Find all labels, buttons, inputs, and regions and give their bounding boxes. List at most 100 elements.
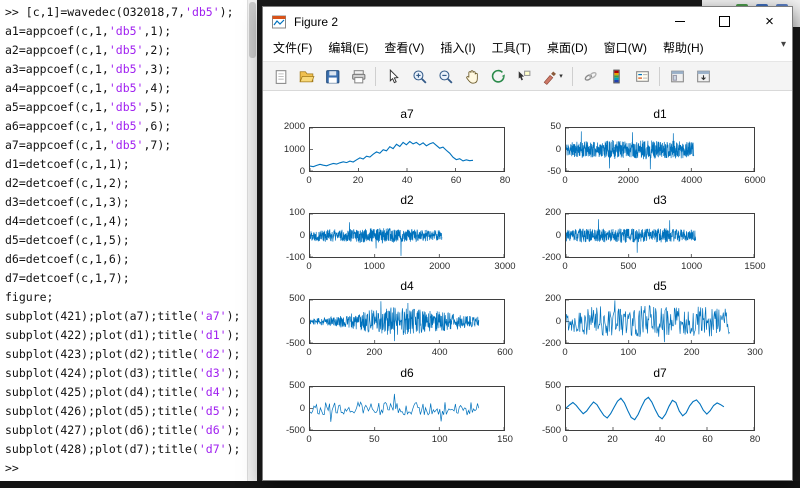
menu-item-view[interactable]: 查看(V): [376, 36, 432, 61]
subplot-d3-ytick: 200: [525, 207, 561, 218]
subplot-title-d3: d3: [565, 193, 755, 208]
subplot-title-a7: a7: [309, 107, 505, 122]
figure-titlebar[interactable]: Figure 2 ×: [263, 7, 792, 36]
zoom-out-button[interactable]: [433, 64, 457, 88]
console-scrollbar[interactable]: [247, 0, 257, 481]
console-line: >>: [5, 459, 247, 478]
subplot-a7-xtick: 0: [287, 175, 331, 186]
zoom-in-button[interactable]: [407, 64, 431, 88]
subplot-d4-axes[interactable]: [309, 299, 505, 344]
edit-plot-button[interactable]: [381, 64, 405, 88]
data-cursor-icon: [515, 68, 532, 85]
subplot-d3-axes[interactable]: [565, 213, 755, 258]
menu-item-help[interactable]: 帮助(H): [655, 36, 712, 61]
subplot-d1-ytick: 50: [525, 121, 561, 132]
subplot-d4-xtick: 200: [352, 347, 396, 358]
data-cursor-button[interactable]: [511, 64, 535, 88]
bottom-strip: [0, 481, 800, 488]
subplot-d5-ytick: 200: [525, 293, 561, 304]
subplot-a7-xtick: 40: [385, 175, 429, 186]
print-figure-button[interactable]: [346, 64, 370, 88]
menu-item-window[interactable]: 窗口(W): [596, 36, 655, 61]
close-icon: ×: [765, 14, 774, 29]
console-line: d4=detcoef(c,1,4);: [5, 212, 247, 231]
subplot-d2-xtick: 1000: [352, 261, 396, 272]
console-line: a4=appcoef(c,1,'db5',4);: [5, 79, 247, 98]
subplot-a7-xtick: 60: [434, 175, 478, 186]
save-figure-button[interactable]: [320, 64, 344, 88]
subplot-d6-xtick: 0: [287, 434, 331, 445]
dock-figure-button[interactable]: [691, 64, 715, 88]
pan-button[interactable]: [459, 64, 483, 88]
subplot-d6-axes[interactable]: [309, 386, 505, 431]
close-button[interactable]: ×: [747, 7, 792, 36]
subplot-d5-axes[interactable]: [565, 299, 755, 344]
hide-plot-tools-icon: [669, 68, 686, 85]
subplot-d3-xtick: 500: [606, 261, 650, 272]
subplot-title-d5: d5: [565, 279, 755, 294]
menu-item-desktop[interactable]: 桌面(D): [539, 36, 596, 61]
zoom-out-icon: [437, 68, 454, 85]
subplot-d6-xtick: 150: [483, 434, 527, 445]
menu-overflow-icon[interactable]: ▾: [781, 39, 786, 50]
subplot-d5-ytick: 0: [525, 316, 561, 327]
insert-legend-button[interactable]: [630, 64, 654, 88]
console-line: d1=detcoef(c,1,1);: [5, 155, 247, 174]
subplot-d6-plot: [310, 387, 504, 430]
maximize-button[interactable]: [702, 7, 747, 36]
subplot-d5-plot: [566, 300, 754, 343]
subplot-a7-axes[interactable]: [309, 127, 505, 172]
menu-item-tools[interactable]: 工具(T): [484, 36, 539, 61]
subplot-d7-ytick: 500: [525, 380, 561, 391]
console-line: d7=detcoef(c,1,7);: [5, 269, 247, 288]
new-figure-icon: [272, 68, 289, 85]
menu-item-insert[interactable]: 插入(I): [432, 36, 483, 61]
subplot-d7-axes[interactable]: [565, 386, 755, 431]
open-file-button[interactable]: [294, 64, 318, 88]
window-title: Figure 2: [294, 15, 657, 29]
subplot-d2-axes[interactable]: [309, 213, 505, 258]
subplot-d1-xtick: 4000: [670, 175, 714, 186]
insert-colorbar-button[interactable]: [604, 64, 628, 88]
subplot-d6-ytick: 0: [269, 403, 305, 414]
console-line: a6=appcoef(c,1,'db5',6);: [5, 117, 247, 136]
subplot-d2-plot: [310, 214, 504, 257]
console-line: a2=appcoef(c,1,'db5',2);: [5, 41, 247, 60]
menu-item-file[interactable]: 文件(F): [265, 36, 320, 61]
subplot-d6-ytick: 500: [269, 380, 305, 391]
console-scrollbar-thumb[interactable]: [249, 2, 256, 58]
hide-plot-tools-button[interactable]: [665, 64, 689, 88]
subplot-a7-ytick: 1000: [269, 144, 305, 155]
rotate-3d-icon: [489, 68, 506, 85]
rotate-3d-button[interactable]: [485, 64, 509, 88]
minimize-button[interactable]: [657, 7, 702, 36]
console-line: d2=detcoef(c,1,2);: [5, 174, 247, 193]
console-line: subplot(421);plot(a7);title('a7');: [5, 307, 247, 326]
subplot-title-d2: d2: [309, 193, 505, 208]
subplot-d2-ytick: 0: [269, 230, 305, 241]
console-line: a5=appcoef(c,1,'db5',5);: [5, 98, 247, 117]
subplot-d5-xtick: 300: [733, 347, 777, 358]
subplot-a7-ytick: 2000: [269, 121, 305, 132]
save-figure-icon: [324, 68, 341, 85]
open-file-icon: [298, 68, 315, 85]
subplot-d4-xtick: 400: [418, 347, 462, 358]
dock-figure-icon: [695, 68, 712, 85]
insert-colorbar-icon: [608, 68, 625, 85]
new-figure-button[interactable]: [268, 64, 292, 88]
console-line: d3=detcoef(c,1,3);: [5, 193, 247, 212]
subplot-d2-xtick: 0: [287, 261, 331, 272]
brush-data-button[interactable]: ▾: [537, 64, 567, 88]
subplot-d3-ytick: 0: [525, 230, 561, 241]
subplot-d1-xtick: 6000: [733, 175, 777, 186]
console-line: subplot(422);plot(d1);title('d1');: [5, 326, 247, 345]
subplot-d2-xtick: 2000: [418, 261, 462, 272]
console-line: subplot(424);plot(d3);title('d3');: [5, 364, 247, 383]
matlab-command-window[interactable]: >> [c,1]=wavedec(O32018,7,'db5');a1=appc…: [0, 0, 247, 481]
figure-canvas: a7010002000020406080d1-50050020004000600…: [263, 91, 792, 479]
link-plots-button[interactable]: [578, 64, 602, 88]
subplot-d2-xtick: 3000: [483, 261, 527, 272]
subplot-d1-axes[interactable]: [565, 127, 755, 172]
menu-item-edit[interactable]: 编辑(E): [320, 36, 376, 61]
edit-plot-icon: [385, 68, 402, 85]
